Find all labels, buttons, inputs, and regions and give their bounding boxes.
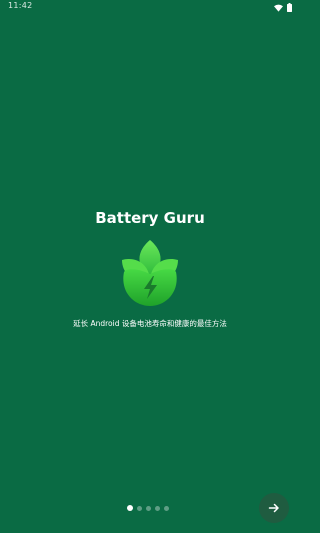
next-button[interactable] — [259, 493, 289, 523]
pager-dot-active — [127, 505, 133, 511]
status-icons — [274, 2, 292, 12]
pager-dots — [127, 504, 169, 512]
pager-dot — [137, 505, 142, 511]
battery-icon — [287, 0, 292, 16]
wifi-icon — [274, 0, 283, 16]
status-bar: 11:42 — [0, 0, 300, 14]
status-time: 11:42 — [8, 1, 33, 10]
pager-dot — [146, 505, 151, 511]
leaf-lightning-icon — [116, 238, 184, 308]
pager-dot — [155, 505, 160, 511]
arrow-right-icon — [268, 499, 280, 518]
pager-dot — [164, 505, 169, 511]
app-title: Battery Guru — [95, 209, 205, 227]
tagline: 延长 Android 设备电池寿命和健康的最佳方法 — [73, 319, 227, 328]
